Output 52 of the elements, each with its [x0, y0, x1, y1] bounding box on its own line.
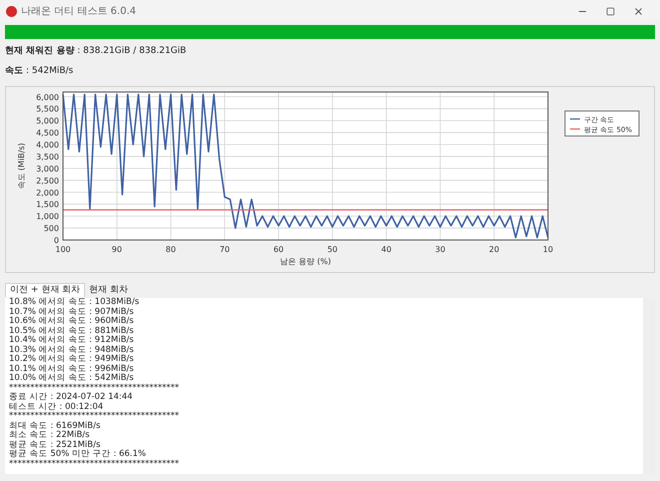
log-line: 10.1% 에서의 속도 : 996MiB/s [9, 364, 135, 374]
status-value: : 838.21GiB / 838.21GiB [77, 45, 186, 58]
y-tick-label: 5,500 [36, 104, 59, 114]
x-tick-label: 60 [273, 245, 284, 254]
y-tick-label: 2,000 [36, 188, 59, 198]
y-axis-title: 속도 (MiB/s) [17, 142, 26, 190]
log-line: 10.4% 에서의 속도 : 912MiB/s [9, 336, 135, 346]
x-tick-label: 70 [220, 245, 230, 254]
log-line: 10.2% 에서의 속도 : 949MiB/s [9, 355, 135, 364]
log-line: 테스트 시간 : 00:12:04 [9, 402, 104, 412]
app-logo-icon [6, 6, 17, 16]
log-line: **************************************** [9, 412, 180, 422]
y-tick-label: 3,500 [36, 152, 59, 162]
y-tick-label: 1,500 [36, 200, 59, 210]
x-tick-label: 20 [489, 245, 500, 254]
log-line: 10.5% 에서의 속도 : 881MiB/s [9, 326, 135, 336]
y-tick-label: 1,000 [36, 212, 59, 222]
y-tick-label: 4,500 [36, 128, 59, 138]
x-tick-label: 30 [435, 245, 446, 254]
y-tick-label: 4,000 [36, 140, 59, 150]
tab[interactable]: 이전 + 현재 회차 [5, 283, 86, 297]
x-tick-label: 40 [381, 245, 392, 254]
y-tick-label: 3,000 [36, 164, 59, 174]
y-tick-label: 500 [44, 224, 59, 234]
x-tick-label: 50 [327, 245, 338, 254]
log-line: **************************************** [9, 384, 180, 392]
x-tick-label: 90 [112, 245, 122, 254]
log-line: **************************************** [9, 460, 180, 469]
y-tick-label: 0 [54, 236, 59, 245]
y-tick-label: 2,500 [36, 176, 59, 186]
maximize-icon[interactable] [606, 6, 615, 16]
log-line: 10.7% 에서의 속도 : 907MiB/s [9, 308, 135, 316]
status-label: 속도 [5, 64, 23, 78]
window-title: 나래온 더티 테스트 6.0.4 [21, 4, 136, 18]
log-line: 10.0% 에서의 속도 : 542MiB/s [9, 374, 135, 384]
log-line: 10.6% 에서의 속도 : 960MiB/s [9, 317, 135, 326]
x-tick-label: 100 [55, 245, 71, 254]
x-tick-label: 80 [166, 245, 176, 254]
log-line: 평균 속도 : 2521MiB/s [9, 440, 102, 450]
x-axis-title: 남은 용량 (%) [280, 257, 331, 266]
status-label: 현재 채워진 용량 [5, 45, 74, 58]
log-line: 10.8% 에서의 속도 : 1038MiB/s [9, 298, 140, 308]
status-value: : 542MiB/s [26, 64, 74, 78]
log-line: 최소 속도 : 22MiB/s [9, 431, 91, 440]
close-icon[interactable] [633, 6, 644, 16]
y-tick-label: 5,000 [36, 116, 59, 126]
y-tick-label: 6,000 [36, 92, 59, 102]
x-tick-label: 10 [542, 245, 554, 254]
log-line: 종료 시간 : 2024-07-02 14:44 [9, 393, 134, 402]
log-line: 최대 속도 : 6169MiB/s [9, 422, 102, 430]
log-line: 평균 속도 50% 미만 구간 : 66.1% [9, 450, 147, 460]
log-line: 10.3% 에서의 속도 : 948MiB/s [9, 346, 135, 354]
